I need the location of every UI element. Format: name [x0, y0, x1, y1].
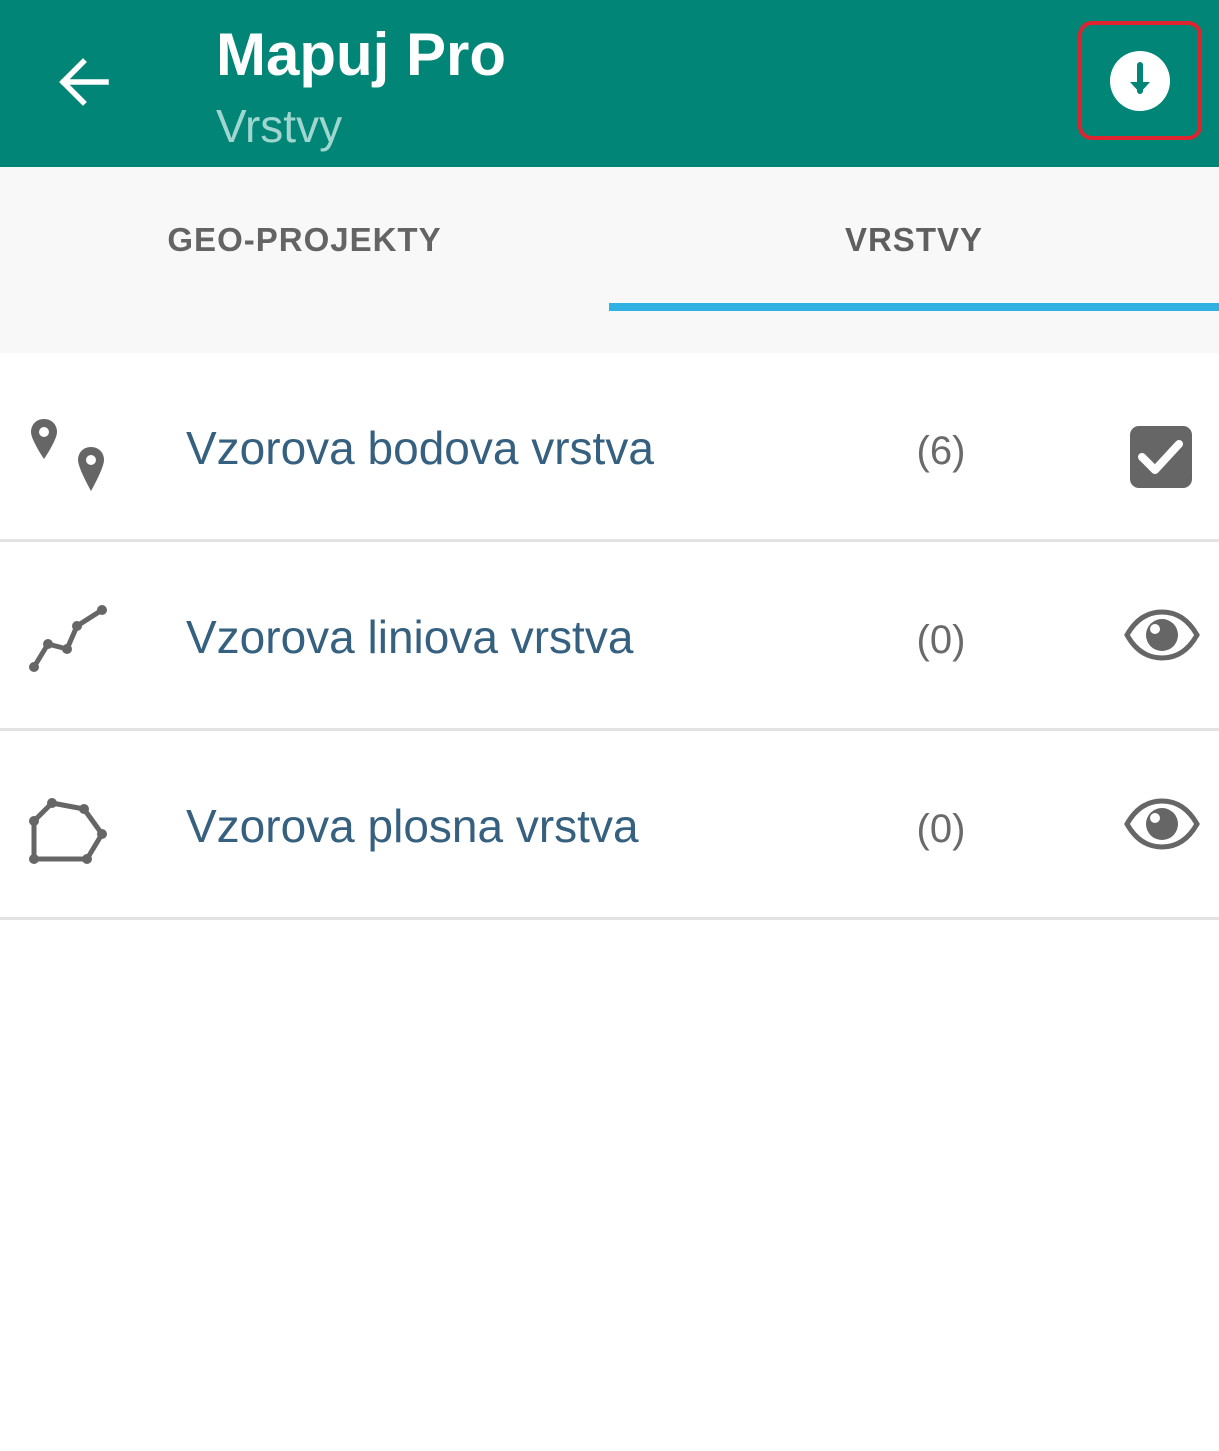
download-circle-icon [1110, 50, 1170, 111]
layer-name: Vzorova bodova vrstva [186, 422, 654, 474]
tab-bar: GEO-PROJEKTY VRSTVY [0, 167, 1219, 353]
app-subtitle: Vrstvy [216, 100, 343, 152]
download-button[interactable] [1078, 21, 1202, 140]
back-button[interactable] [48, 44, 118, 120]
checkbox-checked-icon [1130, 426, 1192, 488]
layer-feature-count: (0) [916, 807, 966, 851]
layer-visibility-toggle[interactable] [1124, 798, 1200, 855]
tab-vrstvy[interactable]: VRSTVY [609, 167, 1219, 353]
layer-row[interactable]: Vzorova plosna vrstva (0) [0, 731, 1219, 920]
layers-screen: Mapuj Pro Vrstvy GEO-PROJEKTY VRSTVY Vzo… [0, 0, 1219, 1451]
layer-name: Vzorova plosna vrstva [186, 800, 639, 852]
layer-active-checkbox[interactable] [1128, 424, 1194, 495]
layer-feature-count: (0) [916, 618, 966, 662]
tab-geo-projekty[interactable]: GEO-PROJEKTY [0, 167, 609, 353]
selected-tab-indicator [609, 303, 1219, 311]
layer-row[interactable]: Vzorova liniova vrstva (0) [0, 542, 1219, 731]
tab-label: VRSTVY [844, 221, 984, 258]
arrow-left-icon [59, 58, 109, 106]
eye-icon [1124, 798, 1200, 850]
polygon-layer-icon [29, 798, 107, 864]
line-layer-icon [29, 605, 107, 672]
point-layer-icon [31, 419, 104, 491]
layer-row[interactable]: Vzorova bodova vrstva (6) [0, 353, 1219, 542]
layer-visibility-toggle[interactable] [1124, 609, 1200, 666]
layer-name: Vzorova liniova vrstva [186, 611, 634, 663]
app-bar: Mapuj Pro Vrstvy [0, 0, 1219, 167]
layer-list: Vzorova bodova vrstva (6) Vzorova liniov… [0, 353, 1219, 920]
layer-feature-count: (6) [916, 429, 966, 473]
tab-label: GEO-PROJEKTY [167, 221, 442, 258]
app-title: Mapuj Pro [216, 21, 507, 88]
eye-icon [1124, 609, 1200, 661]
